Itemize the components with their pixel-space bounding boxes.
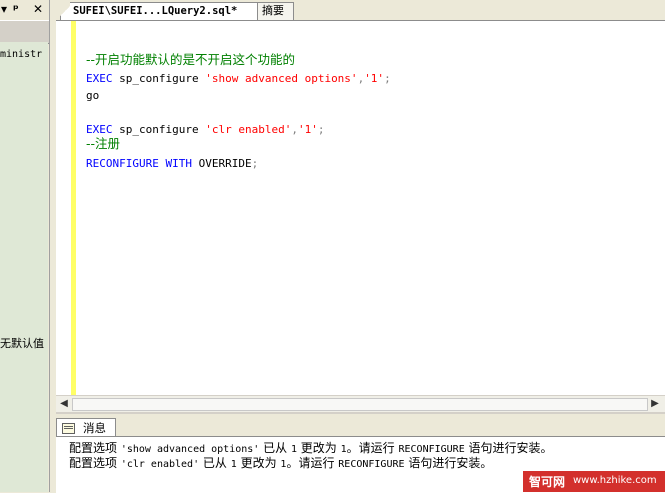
object-tree[interactable]: ministr 无默认值 (0, 42, 48, 492)
identifier: sp_configure (119, 72, 199, 85)
tab-messages[interactable]: 消息 (56, 418, 116, 438)
panel-toolbar (0, 20, 49, 44)
watermark-name: 智可网 (529, 475, 566, 489)
string-literal: '1' (297, 123, 318, 136)
scroll-thumb[interactable] (72, 398, 648, 411)
tab-messages-label: 消息 (83, 421, 106, 435)
horizontal-scrollbar[interactable]: ◀ ▶ (56, 395, 665, 412)
identifier: OVERRIDE (198, 157, 252, 170)
panel-header: ▾ ᵖ ✕ (0, 0, 49, 20)
string-literal: 'show advanced options' (205, 72, 358, 85)
identifier: sp_configure (119, 123, 199, 136)
messages-icon (62, 423, 75, 434)
code-line-exec-clr: EXEC sp_configure 'clr enabled','1'; (86, 123, 324, 137)
message-line: 配置选项 'show advanced options' 已从 1 更改为 1。… (69, 441, 553, 455)
panel-splitter[interactable] (49, 0, 56, 492)
punctuation: , (291, 123, 298, 136)
sql-editor[interactable]: --开启功能默认的是不开启这个功能的 EXEC sp_configure 'sh… (56, 21, 665, 395)
tree-node-label[interactable]: 无默认值 (0, 335, 44, 351)
document-tabstrip: SUFEI\SUFEI...LQuery2.sql* 摘要 (56, 0, 665, 21)
punctuation: ; (384, 72, 391, 85)
results-tabbar: 消息 (56, 412, 665, 438)
scroll-left-icon[interactable]: ◀ (57, 397, 71, 411)
pin-icon[interactable]: ᵖ (13, 2, 19, 16)
code-comment-line: --注册 (86, 136, 121, 151)
object-explorer-panel: ▾ ᵖ ✕ ministr 无默认值 (0, 0, 49, 492)
watermark-url: www.hzhike.com (573, 475, 657, 486)
keyword: EXEC (86, 123, 113, 136)
dropdown-arrow-icon[interactable]: ▾ (1, 2, 7, 16)
keyword: WITH (165, 157, 192, 170)
editor-margin (56, 21, 71, 395)
keyword: RECONFIGURE (86, 157, 159, 170)
string-literal: '1' (364, 72, 385, 85)
tab-summary[interactable]: 摘要 (257, 2, 294, 20)
change-tracking-bar (71, 21, 76, 395)
punctuation: ; (251, 157, 259, 170)
code-line-go: go (86, 89, 100, 102)
tree-node-partial[interactable]: ministr (0, 49, 42, 60)
code-line-exec-show: EXEC sp_configure 'show advanced options… (86, 72, 391, 86)
keyword: EXEC (86, 72, 113, 85)
punctuation: ; (317, 123, 325, 136)
site-watermark: 智可网 www.hzhike.com (523, 471, 665, 492)
scroll-right-icon[interactable]: ▶ (648, 397, 662, 411)
tab-query-editor[interactable]: SUFEI\SUFEI...LQuery2.sql* (60, 2, 264, 20)
close-icon[interactable]: ✕ (33, 2, 43, 16)
string-literal: 'clr enabled' (205, 123, 292, 136)
code-line-reconfigure: RECONFIGURE WITH OVERRIDE; (86, 157, 258, 171)
message-line: 配置选项 'clr enabled' 已从 1 更改为 1。请运行 RECONF… (69, 456, 493, 470)
code-comment-line: --开启功能默认的是不开启这个功能的 (86, 52, 296, 67)
